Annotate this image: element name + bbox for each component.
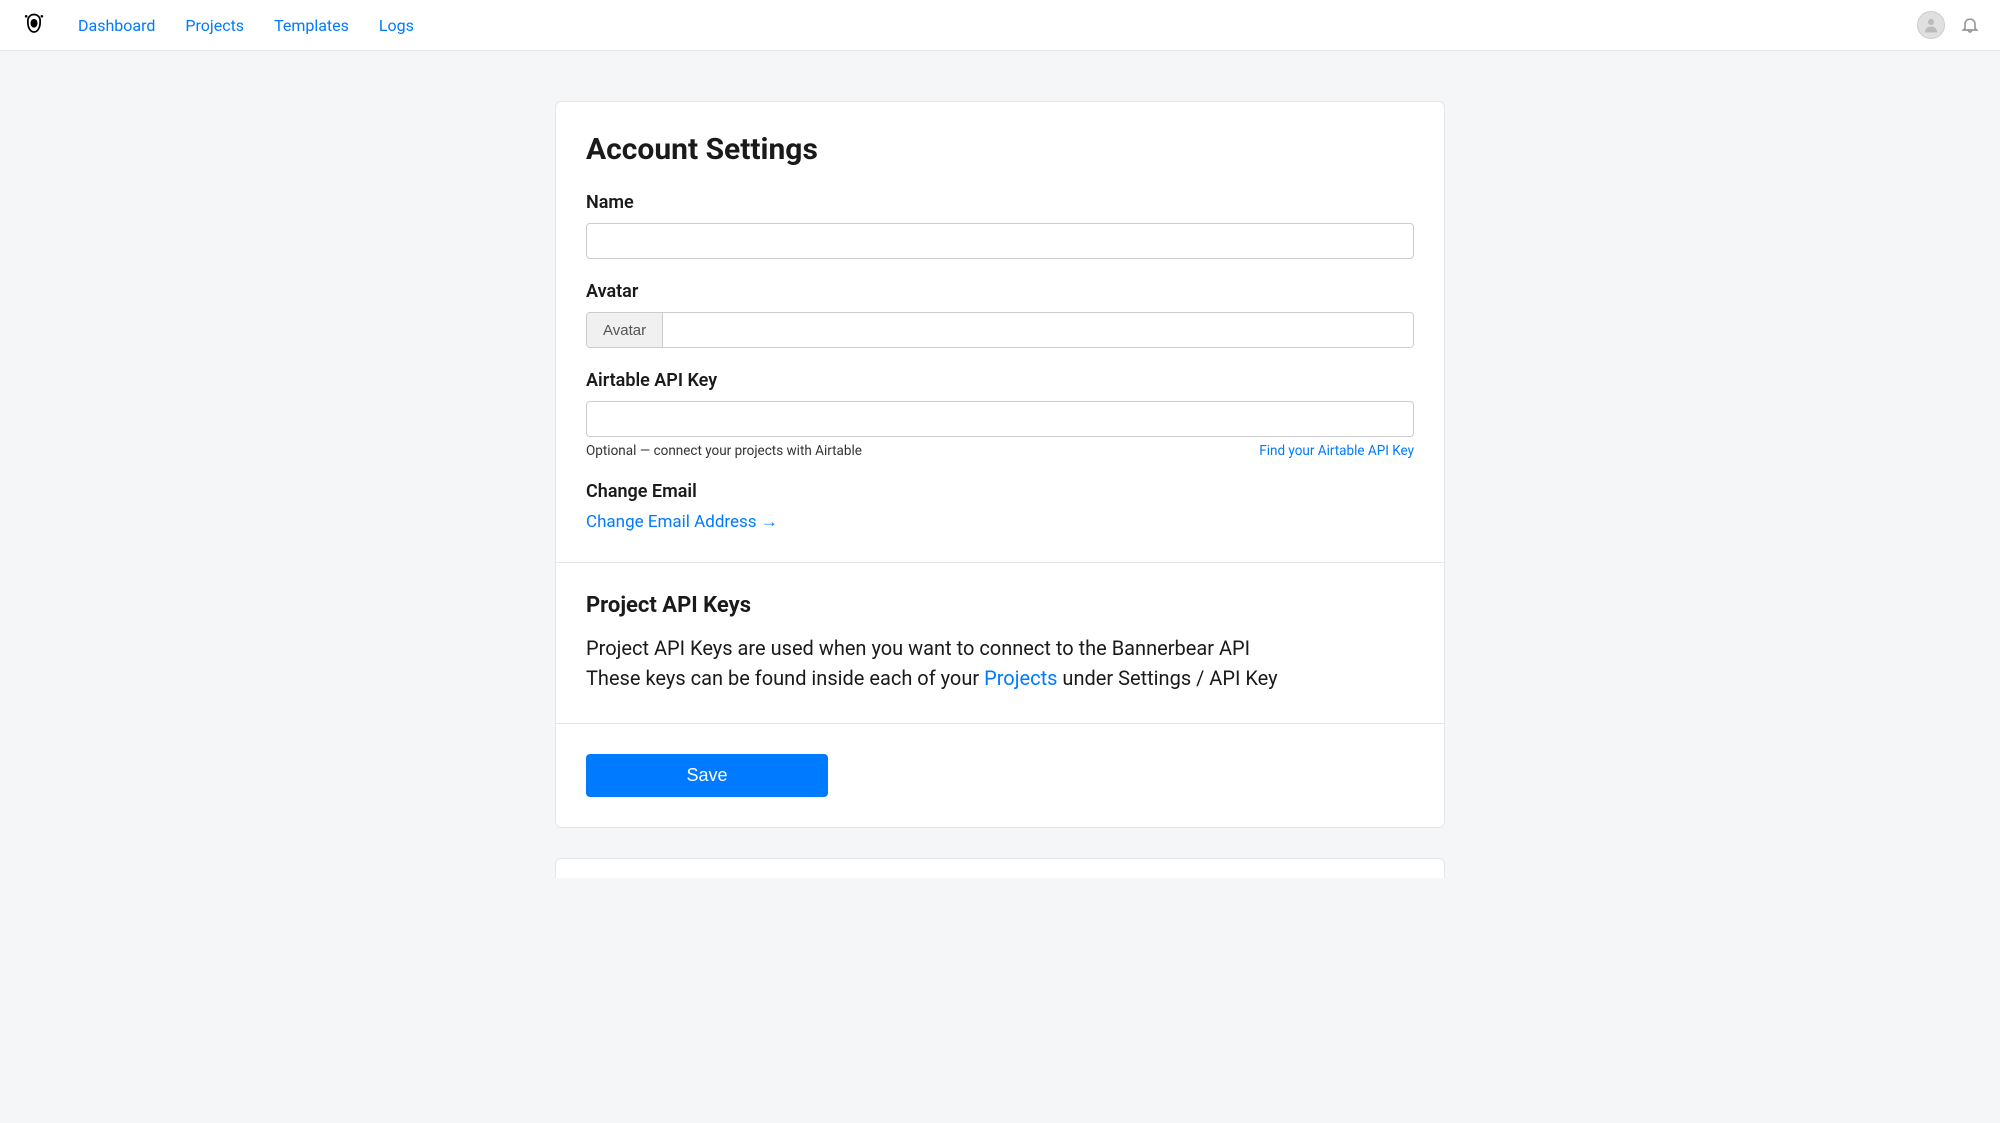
api-keys-title: Project API Keys (586, 593, 1414, 618)
top-navigation: Dashboard Projects Templates Logs (0, 0, 2000, 51)
api-keys-line2-a: These keys can be found inside each of y… (586, 666, 984, 690)
nav-link-templates[interactable]: Templates (274, 16, 349, 35)
nav-link-projects[interactable]: Projects (185, 16, 244, 35)
logo-icon[interactable] (20, 11, 48, 39)
airtable-help-text: Optional — connect your projects with Ai… (586, 443, 862, 459)
account-settings-section: Account Settings Name Avatar Avatar Airt… (556, 102, 1444, 563)
main-container: Account Settings Name Avatar Avatar Airt… (555, 101, 1445, 878)
card-footer: Save (556, 724, 1444, 827)
airtable-group: Airtable API Key Optional — connect your… (586, 370, 1414, 459)
avatar-file-display[interactable] (663, 313, 1413, 347)
change-email-label: Change Email (586, 481, 1414, 502)
api-keys-line2: These keys can be found inside each of y… (586, 663, 1414, 693)
airtable-input[interactable] (586, 401, 1414, 437)
next-card (555, 858, 1445, 878)
avatar-group: Avatar Avatar (586, 281, 1414, 348)
projects-link[interactable]: Projects (984, 666, 1057, 690)
airtable-label: Airtable API Key (586, 370, 1414, 391)
api-keys-line1: Project API Keys are used when you want … (586, 633, 1414, 663)
avatar-file-wrap: Avatar (586, 312, 1414, 348)
airtable-help-row: Optional — connect your projects with Ai… (586, 443, 1414, 459)
name-label: Name (586, 192, 1414, 213)
change-email-link[interactable]: Change Email Address → (586, 512, 778, 532)
change-email-group: Change Email Change Email Address → (586, 481, 1414, 532)
nav-right (1917, 11, 1980, 39)
nav-link-logs[interactable]: Logs (379, 16, 414, 35)
api-keys-section: Project API Keys Project API Keys are us… (556, 563, 1444, 724)
api-keys-line2-b: under Settings / API Key (1057, 666, 1277, 690)
save-button[interactable]: Save (586, 754, 828, 797)
airtable-find-key-link[interactable]: Find your Airtable API Key (1259, 443, 1414, 459)
user-avatar[interactable] (1917, 11, 1945, 39)
bell-icon (1960, 15, 1980, 35)
name-input[interactable] (586, 223, 1414, 259)
notifications-button[interactable] (1960, 15, 1980, 35)
nav-links: Dashboard Projects Templates Logs (78, 16, 414, 35)
avatar-label: Avatar (586, 281, 1414, 302)
settings-card: Account Settings Name Avatar Avatar Airt… (555, 101, 1445, 828)
nav-link-dashboard[interactable]: Dashboard (78, 16, 155, 35)
page-title: Account Settings (586, 132, 1414, 167)
user-icon (1922, 16, 1940, 34)
name-group: Name (586, 192, 1414, 259)
nav-left: Dashboard Projects Templates Logs (20, 11, 414, 39)
avatar-browse-button[interactable]: Avatar (587, 313, 663, 347)
